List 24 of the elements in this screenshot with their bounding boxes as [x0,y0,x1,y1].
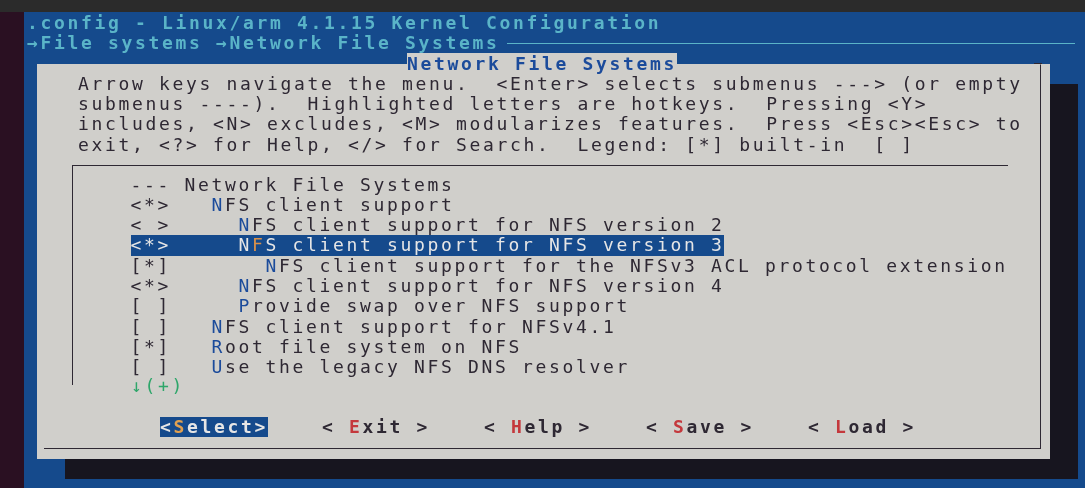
help-text: Arrow keys navigate the menu. <Enter> selects submenus ---> (or empty submenus ----). Highlighted letters are hotkeys. Pressing <Y> includes, <N> excludes, <M> modularizes features. Press <Esc><Esc> to exit, <?> for Help, </> for Search. Legend: [*] built-in [ ] [78,73,1024,156]
menu-item[interactable]: --- Network File Systems [130,174,455,195]
option-state: [*] [130,336,171,358]
option-state: --- [130,174,172,195]
option-state: [ ] [130,296,171,317]
dialog-button[interactable]: <Select> [160,416,268,437]
option-state: [ ] [130,357,171,378]
window-title: .config - Linux/arm 4.1.15 Kernel Configuration [27,12,662,33]
option-label: Network File Systems [184,174,455,195]
breadcrumb: →File systems →Network File Systems [27,33,500,54]
option-state: [*] [130,255,171,277]
dialog-button[interactable]: < Help > [484,416,592,437]
option-state: <*> [130,276,171,297]
dialog-button[interactable]: < Load > [808,416,916,437]
dialog-button[interactable]: < Save > [646,416,754,437]
more-indicator: ↓(+) [131,375,185,397]
menu-item[interactable]: [*] Root file system on NFS [130,336,522,358]
option-state: <*> [130,235,171,256]
option-state: [ ] [130,316,171,337]
dialog-title: Network File Systems [407,52,677,74]
option-label: Root file system on NFS [211,336,522,358]
option-state: < > [130,215,171,236]
option-state: <*> [130,194,171,216]
dialog-button[interactable]: < Exit > [322,416,430,437]
